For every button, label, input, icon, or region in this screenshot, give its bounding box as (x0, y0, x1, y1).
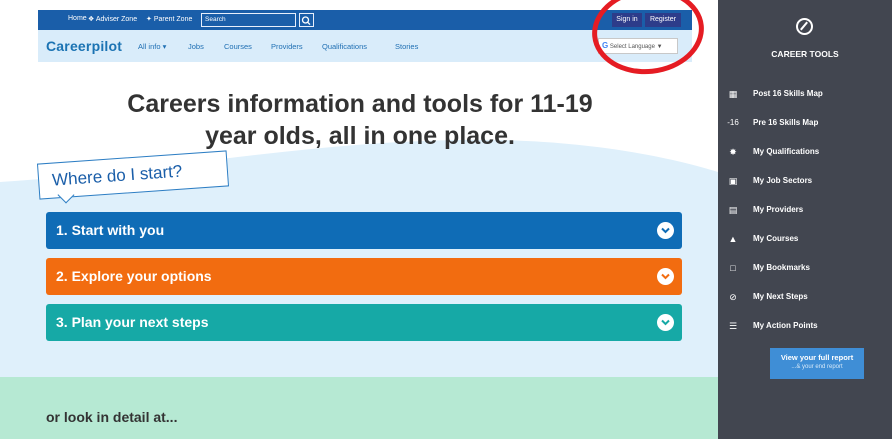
nav-all-info[interactable]: All info ▾ (138, 42, 166, 51)
briefcase-icon: ▣ (728, 176, 738, 186)
compass-icon (796, 18, 813, 35)
nav-qualifications[interactable]: Qualifications (322, 42, 367, 51)
sidebar-item-pre16-skills-map[interactable]: -16 Pre 16 Skills Map (726, 115, 886, 133)
hero-section: Careers information and tools for 11-19 … (0, 62, 718, 377)
sidebar-item-my-courses[interactable]: ▲ My Courses (726, 231, 886, 249)
graduation-cap-icon: ▲ (728, 234, 738, 244)
search-icon (301, 16, 311, 26)
badge-icon: ✸ (729, 147, 737, 157)
view-full-report-button[interactable]: View your full report ...& your end repo… (770, 348, 864, 379)
sidebar-item-post16-skills-map[interactable]: ▦ Post 16 Skills Map (726, 86, 886, 104)
search-button[interactable] (299, 13, 314, 27)
accordion-plan-next-steps[interactable]: 3. Plan your next steps (46, 304, 682, 341)
search-input[interactable]: Search (201, 13, 296, 27)
sidebar-item-my-next-steps[interactable]: ⊘ My Next Steps (726, 289, 886, 307)
nav-courses[interactable]: Courses (224, 42, 252, 51)
parent-zone-link[interactable]: ✦ Parent Zone (146, 15, 192, 23)
sidebar-item-my-job-sectors[interactable]: ▣ My Job Sectors (726, 173, 886, 191)
careerpilot-logo[interactable]: Careerpilot (46, 38, 122, 54)
nav-stories[interactable]: Stories (395, 42, 418, 51)
accordion-start-with-you[interactable]: 1. Start with you (46, 212, 682, 249)
chevron-down-icon (657, 314, 674, 331)
adviser-zone-link[interactable]: ❖ Adviser Zone (88, 15, 137, 23)
section-heading: or look in detail at... (46, 409, 178, 425)
sidebar-item-my-bookmarks[interactable]: □ My Bookmarks (726, 260, 886, 278)
look-in-detail-section: or look in detail at... (0, 377, 718, 439)
compass-icon: ⊘ (729, 292, 737, 302)
sidebar-title: CAREER TOOLS (771, 49, 839, 59)
sidebar-item-my-action-points[interactable]: ☰ My Action Points (726, 318, 886, 336)
home-link[interactable]: Home (68, 15, 87, 22)
chevron-down-icon (657, 268, 674, 285)
nav-jobs[interactable]: Jobs (188, 42, 204, 51)
institution-icon: ▤ (728, 205, 738, 215)
accordion-explore-options[interactable]: 2. Explore your options (46, 258, 682, 295)
pre16-icon: -16 (727, 118, 739, 127)
adviser-icon: ❖ (88, 16, 95, 23)
chevron-down-icon (657, 222, 674, 239)
nav-providers[interactable]: Providers (271, 42, 303, 51)
sidebar-item-my-providers[interactable]: ▤ My Providers (726, 202, 886, 220)
sidebar-item-my-qualifications[interactable]: ✸ My Qualifications (726, 144, 886, 162)
person-icon: ✦ (146, 16, 152, 23)
list-icon: ☰ (728, 321, 738, 331)
map-icon: ▦ (728, 89, 738, 99)
page-headline: Careers information and tools for 11-19 … (127, 90, 593, 150)
bookmark-icon: □ (730, 263, 736, 273)
